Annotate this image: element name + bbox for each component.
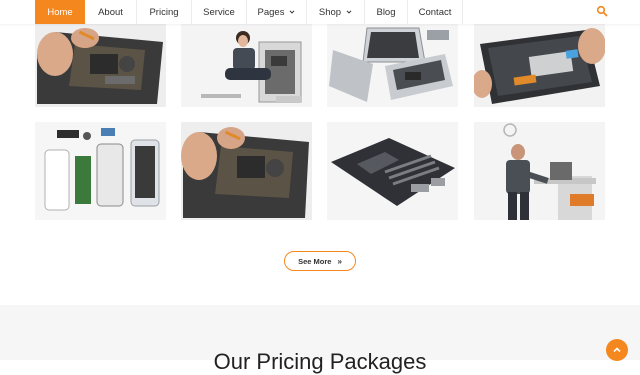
double-chevron-right-icon: » xyxy=(337,256,342,266)
gallery-image-laptop-repair[interactable] xyxy=(35,24,166,107)
chevron-down-icon xyxy=(290,10,295,14)
nav-pages-label: Pages xyxy=(257,6,285,18)
nav-about-label: About xyxy=(98,6,123,18)
phone-parts-image xyxy=(35,122,166,220)
chevron-down-icon xyxy=(346,10,352,14)
pricing-section: Our Pricing Packages xyxy=(0,305,640,374)
nav-home-label: Home xyxy=(47,6,73,18)
gallery-image-technician[interactable] xyxy=(474,122,605,220)
see-more-label: See More xyxy=(298,256,332,266)
nav-service[interactable]: Service xyxy=(192,0,247,24)
woman-repairing-pc-image xyxy=(181,24,312,107)
laptop-motherboard-image xyxy=(35,24,166,107)
technician-at-desk-image xyxy=(474,122,605,220)
nav-shop[interactable]: Shop xyxy=(307,0,365,24)
disassembled-macbook-image xyxy=(327,24,458,107)
nav-pages[interactable]: Pages xyxy=(247,0,307,24)
laptop-motherboard-image-2 xyxy=(181,122,312,220)
gallery-image-macbook[interactable] xyxy=(327,24,458,107)
nav-pricing[interactable]: Pricing xyxy=(137,0,192,24)
search-icon[interactable] xyxy=(596,5,608,17)
nav-contact[interactable]: Contact xyxy=(408,0,463,24)
nav-shop-label: Shop xyxy=(318,6,342,18)
pricing-title: Our Pricing Packages xyxy=(213,349,427,374)
nav-home[interactable]: Home xyxy=(35,0,85,24)
nav-service-label: Service xyxy=(203,6,235,18)
tablet-battery-image xyxy=(474,24,605,107)
nav-about[interactable]: About xyxy=(85,0,137,24)
nav-pricing-label: Pricing xyxy=(149,6,179,18)
gallery-image-laptop-repair-2[interactable] xyxy=(181,122,312,220)
see-more-button[interactable]: See More » xyxy=(284,251,356,271)
gallery-image-tablet[interactable] xyxy=(474,24,605,107)
desktop-motherboard-image xyxy=(327,122,458,220)
nav-blog-label: Blog xyxy=(376,6,396,18)
gallery-image-pc-tower[interactable] xyxy=(181,24,312,107)
chevron-up-icon xyxy=(613,347,621,353)
main-nav: Home About Pricing Service Pages Shop Bl… xyxy=(35,0,463,24)
nav-blog[interactable]: Blog xyxy=(365,0,408,24)
top-navbar: Home About Pricing Service Pages Shop Bl… xyxy=(0,0,640,24)
gallery-image-desktop-board[interactable] xyxy=(327,122,458,220)
gallery-image-phone-parts[interactable] xyxy=(35,122,166,220)
nav-contact-label: Contact xyxy=(418,6,452,18)
back-to-top-button[interactable] xyxy=(606,339,628,361)
